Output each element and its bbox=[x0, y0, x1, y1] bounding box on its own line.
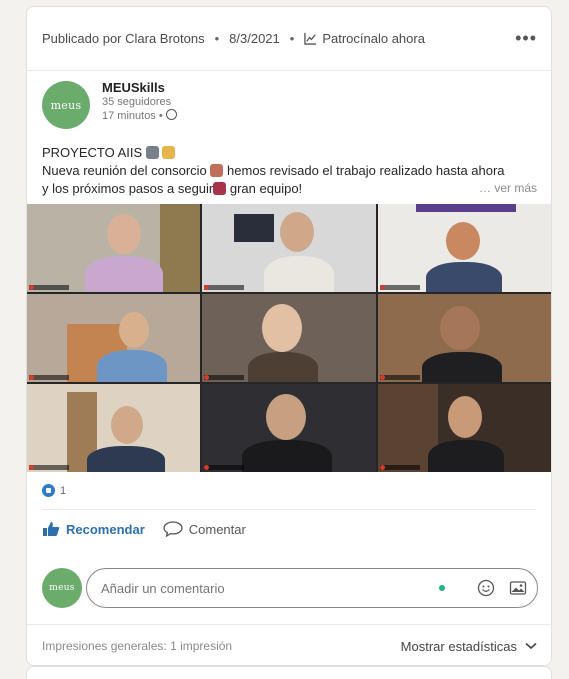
comment-box[interactable] bbox=[86, 568, 538, 608]
participant-tile bbox=[378, 204, 551, 292]
sponsor-label: Patrocínalo ahora bbox=[322, 31, 425, 46]
chevron-down-icon bbox=[525, 642, 537, 650]
impressions-text: Impresiones generales: 1 impresión bbox=[42, 639, 233, 653]
see-more-link[interactable]: … ver más bbox=[479, 181, 537, 195]
emoji-icon bbox=[210, 164, 224, 177]
more-options-button[interactable]: ••• bbox=[515, 28, 537, 49]
divider bbox=[42, 509, 536, 510]
participant-tile bbox=[27, 294, 200, 382]
participant-tile bbox=[378, 294, 551, 382]
show-stats-label: Mostrar estadísticas bbox=[400, 638, 517, 654]
comment-input[interactable] bbox=[101, 580, 439, 596]
participant-tile bbox=[202, 294, 376, 382]
post-card: Publicado por Clara Brotons • 8/3/2021 •… bbox=[26, 6, 552, 666]
participant-tile bbox=[202, 384, 376, 472]
show-stats-button[interactable]: Mostrar estadísticas bbox=[401, 639, 537, 654]
like-icon bbox=[43, 522, 60, 536]
participant-tile bbox=[378, 384, 551, 472]
comment-icon bbox=[163, 521, 183, 537]
trend-icon bbox=[304, 32, 317, 45]
post-header: Publicado por Clara Brotons • 8/3/2021 •… bbox=[27, 7, 551, 71]
post-footer: Impresiones generales: 1 impresión Mostr… bbox=[27, 624, 551, 667]
reaction-count: 1 bbox=[60, 484, 67, 497]
emoji-icon[interactable] bbox=[477, 579, 495, 597]
recommend-button[interactable]: Recomendar bbox=[42, 521, 145, 537]
image-icon[interactable] bbox=[509, 579, 527, 597]
recommend-label: Recomendar bbox=[66, 521, 145, 537]
follower-count: 35 seguidores bbox=[102, 96, 172, 108]
comment-label: Comentar bbox=[188, 521, 246, 537]
next-post-card bbox=[26, 666, 552, 679]
participant-tile bbox=[27, 204, 200, 292]
globe-icon bbox=[165, 109, 177, 120]
action-bar: Recomendar Comentar bbox=[42, 521, 246, 537]
avatar: meus bbox=[42, 568, 82, 608]
author-name[interactable]: MEUSkills bbox=[102, 81, 177, 95]
sponsor-link[interactable]: Patrocínalo ahora bbox=[304, 31, 425, 46]
company-logo[interactable]: meus bbox=[42, 81, 90, 129]
like-icon bbox=[42, 484, 55, 497]
comment-button[interactable]: Comentar bbox=[163, 521, 246, 537]
author-block[interactable]: meus MEUSkills 35 seguidores 17 minutos … bbox=[42, 81, 177, 129]
post-date: 8/3/2021 bbox=[229, 31, 280, 46]
comment-composer: meus bbox=[42, 568, 538, 608]
post-time: 17 minutos • bbox=[102, 110, 163, 122]
published-by: Publicado por Clara Brotons bbox=[42, 31, 205, 46]
participant-tile bbox=[27, 384, 200, 472]
video-call-image[interactable] bbox=[27, 204, 551, 472]
reaction-summary[interactable]: 1 bbox=[42, 484, 66, 497]
emoji-icon bbox=[145, 146, 159, 159]
online-indicator bbox=[439, 585, 445, 591]
participant-tile bbox=[202, 204, 376, 292]
emoji-icon bbox=[162, 146, 176, 159]
post-text: PROYECTO AIIS Nueva reunión del consorci… bbox=[42, 145, 505, 196]
emoji-icon bbox=[213, 182, 227, 195]
